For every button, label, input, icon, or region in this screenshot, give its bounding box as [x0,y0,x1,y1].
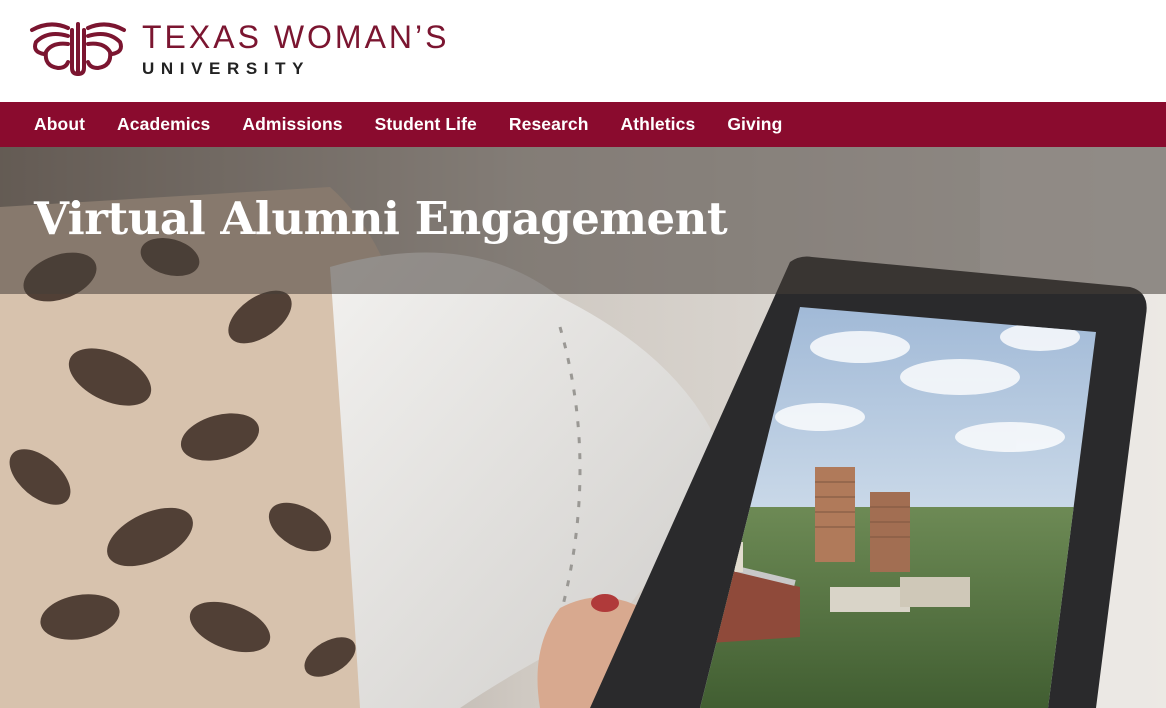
university-logo-link[interactable]: TEXAS WOMAN’S UNIVERSITY [28,18,449,80]
nav-item-athletics: Athletics [621,114,696,135]
page-title: Virtual Alumni Engagement [34,192,728,245]
main-nav-list: About Academics Admissions Student Life … [0,102,814,147]
logo-title: TEXAS WOMAN’S [142,19,450,55]
nav-item-admissions: Admissions [242,114,342,135]
page: TEXAS WOMAN’S UNIVERSITY About Academics… [0,0,1166,708]
logo-wordmark: TEXAS WOMAN’S UNIVERSITY [142,18,449,79]
site-header: TEXAS WOMAN’S UNIVERSITY [0,0,1166,102]
nav-link-about[interactable]: About [34,114,85,134]
nav-link-student-life[interactable]: Student Life [375,114,477,134]
nav-item-student-life: Student Life [375,114,477,135]
nav-item-about: About [34,114,85,135]
hero-banner: Virtual Alumni Engagement [0,147,1166,708]
nav-link-research[interactable]: Research [509,114,589,134]
logo-subtitle: UNIVERSITY [142,59,311,78]
nav-item-giving: Giving [727,114,782,135]
nav-item-academics: Academics [117,114,210,135]
nav-link-admissions[interactable]: Admissions [242,114,342,134]
nav-link-giving[interactable]: Giving [727,114,782,134]
nav-link-academics[interactable]: Academics [117,114,210,134]
main-nav: About Academics Admissions Student Life … [0,102,1166,147]
twu-wings-icon [30,22,126,77]
nav-item-research: Research [509,114,589,135]
nav-link-athletics[interactable]: Athletics [621,114,696,134]
